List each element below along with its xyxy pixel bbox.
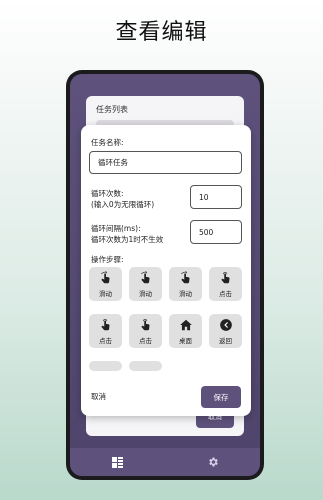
step-label: 点击 <box>139 336 152 345</box>
tap-hand-icon <box>100 318 110 330</box>
step-tile-swipe[interactable]: 滑动 <box>89 267 122 301</box>
edit-task-dialog: 任务名称: 循环任务 循环次数: (输入0为无限循环) 10 循环间隔(ms):… <box>81 125 251 416</box>
save-button[interactable]: 保存 <box>201 386 241 408</box>
step-tile-home[interactable]: 桌面 <box>169 314 202 348</box>
promo-title: 查看编辑 <box>115 20 208 45</box>
bottom-nav <box>70 448 260 476</box>
loop-interval-label-line1: 循环间隔(ms): <box>91 224 141 233</box>
task-list-title: 任务列表 <box>96 105 128 114</box>
step-label: 滑动 <box>99 289 112 298</box>
step-tile-tap[interactable]: 点击 <box>89 314 122 348</box>
loop-count-label-line1: 循环次数: <box>91 189 124 198</box>
step-label: 点击 <box>99 336 112 345</box>
step-tile-partial[interactable] <box>169 361 202 371</box>
steps-label: 操作步骤: <box>91 255 124 264</box>
loop-count-input[interactable]: 10 <box>190 185 242 209</box>
loop-count-label-line2: (输入0为无限循环) <box>91 200 155 209</box>
home-icon <box>179 319 192 330</box>
tap-hand-icon <box>220 271 230 283</box>
step-tile-swipe[interactable]: 滑动 <box>129 267 162 301</box>
swipe-hand-icon <box>180 270 190 283</box>
step-label: 滑动 <box>179 289 192 298</box>
task-name-input[interactable]: 循环任务 <box>89 151 242 174</box>
back-icon <box>219 318 232 331</box>
step-tile-partial[interactable] <box>129 361 162 371</box>
swipe-hand-icon <box>100 270 110 283</box>
swipe-hand-icon <box>140 270 150 283</box>
loop-interval-input[interactable]: 500 <box>190 220 242 244</box>
cancel-button[interactable]: 取消 <box>91 386 106 406</box>
tap-hand-icon <box>140 318 150 330</box>
step-label: 返回 <box>219 336 232 345</box>
step-tile-swipe[interactable]: 滑动 <box>169 267 202 301</box>
task-list-tab-icon[interactable] <box>112 456 124 468</box>
task-name-label: 任务名称: <box>91 138 124 147</box>
step-tile-partial[interactable] <box>89 361 122 371</box>
step-label: 滑动 <box>139 289 152 298</box>
step-tile-tap[interactable]: 点击 <box>129 314 162 348</box>
step-label: 桌面 <box>179 336 192 345</box>
step-tile-tap[interactable]: 点击 <box>209 267 242 301</box>
settings-gear-icon[interactable] <box>207 456 219 468</box>
step-tile-back[interactable]: 返回 <box>209 314 242 348</box>
step-label: 点击 <box>219 289 232 298</box>
loop-interval-label-line2: 循环次数为1时不生效 <box>91 235 164 244</box>
